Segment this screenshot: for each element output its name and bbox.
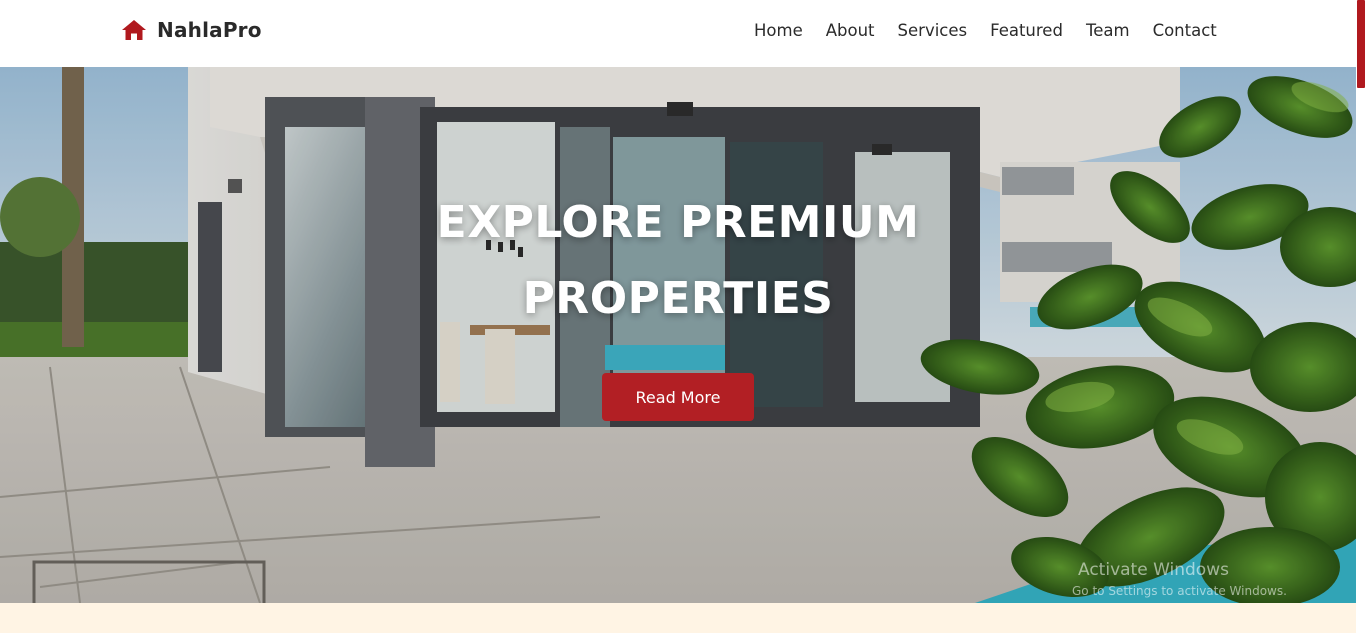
hero-title-line-2: PROPERTIES: [522, 273, 834, 324]
home-icon: [121, 19, 147, 41]
watermark-title: Activate Windows: [1078, 560, 1229, 580]
hero-title-line-1: EXPLORE PREMIUM: [436, 197, 920, 248]
nav-services[interactable]: Services: [898, 21, 968, 40]
hero-title: EXPLORE PREMIUM PROPERTIES: [378, 185, 978, 337]
next-section: [0, 603, 1356, 633]
read-more-button[interactable]: Read More: [602, 373, 754, 421]
hero-banner: EXPLORE PREMIUM PROPERTIES Read More: [0, 67, 1356, 603]
brand-name: NahlaPro: [157, 18, 262, 42]
nav-about[interactable]: About: [826, 21, 875, 40]
nav-featured[interactable]: Featured: [990, 21, 1063, 40]
scrollbar-thumb[interactable]: [1357, 0, 1365, 88]
brand-logo[interactable]: NahlaPro: [121, 18, 262, 42]
nav-home[interactable]: Home: [754, 21, 803, 40]
nav-team[interactable]: Team: [1086, 21, 1130, 40]
site-header: NahlaPro Home About Services Featured Te…: [0, 0, 1356, 67]
windows-activation-watermark: Activate Windows Go to Settings to activ…: [1072, 560, 1287, 598]
watermark-subtitle: Go to Settings to activate Windows.: [1072, 584, 1287, 598]
nav-contact[interactable]: Contact: [1153, 21, 1217, 40]
main-nav: Home About Services Featured Team Contac…: [754, 21, 1217, 40]
page-scrollbar[interactable]: [1356, 0, 1366, 633]
